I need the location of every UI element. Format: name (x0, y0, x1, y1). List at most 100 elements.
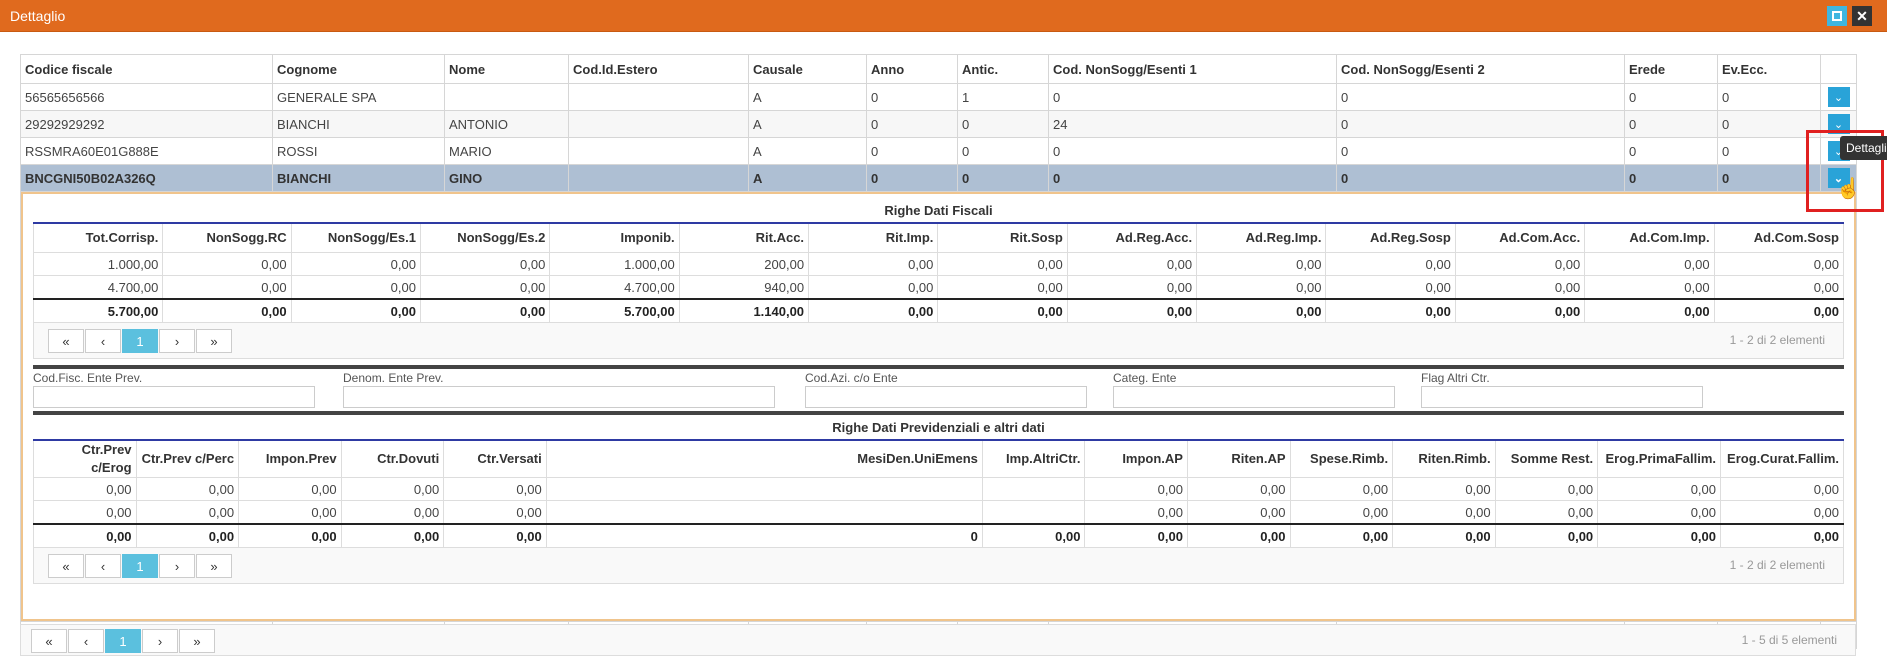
pager-next-button[interactable]: › (159, 554, 195, 578)
table-cell: 0,00 (135, 500, 240, 525)
table-cell: 0,00 (419, 275, 551, 300)
denom-ente-field[interactable] (343, 386, 775, 408)
totals-row: 5.700,00 0,00 0,00 0,00 5.700,00 1.140,00 0,00… (32, 298, 1845, 323)
col-header[interactable]: Ev.Ecc. (1717, 54, 1821, 84)
table-cell: 0,00 (1392, 477, 1496, 501)
window-title: Dettaglio (10, 8, 66, 24)
col-header[interactable]: Causale (748, 54, 867, 84)
col-header[interactable]: Ad.Reg.Imp. (1196, 222, 1327, 253)
col-header[interactable]: Ctr.Versati (443, 439, 547, 478)
table-row[interactable]: 0,00 0,00 0,00 0,00 0,00 0,00 0,00 0,00 0,00 0,00… (33, 477, 1844, 501)
table-row[interactable]: BNCGNI50B02A326Q BIANCHI GINO A 0 0 0 0 0 0 ⌄ (20, 164, 1857, 192)
col-header[interactable]: Cod.Id.Estero (568, 54, 749, 84)
pager-last-button[interactable]: » (196, 329, 232, 353)
pager-prev-button[interactable]: ‹ (85, 554, 121, 578)
col-header[interactable]: Nome (444, 54, 569, 84)
total-cell: 0,00 (1186, 523, 1291, 548)
col-header[interactable]: Riten.AP (1186, 439, 1291, 478)
detail-panel: Righe Dati Fiscali Tot.Corrisp. NonSogg.R… (21, 192, 1856, 621)
col-header[interactable]: Impon.Prev (238, 439, 342, 478)
close-icon[interactable]: ✕ (1852, 6, 1872, 26)
col-header[interactable]: MesiDen.UniEmens (545, 439, 983, 478)
col-header[interactable]: Ad.Com.Imp. (1584, 222, 1715, 253)
col-header[interactable]: Cognome (272, 54, 445, 84)
pager-page-button[interactable]: 1 (105, 629, 141, 653)
col-header[interactable]: Ctr.Dovuti (340, 439, 445, 478)
cod-fisc-ente-field[interactable] (33, 386, 315, 408)
total-cell: 0,00 (1325, 298, 1456, 323)
table-row[interactable]: 0,00 0,00 0,00 0,00 0,00 0,00 0,00 0,00 0,00 0,00… (33, 500, 1844, 525)
col-header[interactable]: Erede (1624, 54, 1718, 84)
table-cell: 0,00 (1494, 500, 1599, 525)
pager-last-button[interactable]: » (196, 554, 232, 578)
col-header[interactable]: Ad.Com.Sosp (1713, 222, 1845, 253)
pager-last-button[interactable]: » (179, 629, 215, 653)
col-header[interactable]: Erog.PrimaFallim. (1597, 439, 1722, 478)
pager-next-button[interactable]: › (142, 629, 178, 653)
pager-page-button[interactable]: 1 (122, 329, 158, 353)
pager-prev-button[interactable]: ‹ (68, 629, 104, 653)
table-row[interactable]: 29292929292 BIANCHI ANTONIO A 0 0 24 0 0 0 ⌄ (20, 110, 1857, 138)
tooltip: Dettaglio (1840, 136, 1887, 160)
col-header[interactable]: Riten.Rimb. (1392, 439, 1496, 478)
col-header[interactable]: Somme Rest. (1494, 439, 1599, 478)
chevron-down-icon[interactable]: ⌄ (1827, 87, 1850, 107)
col-header[interactable]: Rit.Acc. (678, 222, 810, 253)
table-cell: 0,00 (443, 477, 547, 501)
flag-altri-ctr-field[interactable] (1421, 386, 1703, 408)
table-row[interactable]: 56565656566 GENERALE SPA A 0 1 0 0 0 0 ⌄ (20, 83, 1857, 111)
pager-first-button[interactable]: « (31, 629, 67, 653)
field-label: Cod.Fisc. Ente Prev. (33, 371, 143, 385)
total-cell: 0,00 (1494, 523, 1599, 548)
total-cell: 0,00 (1597, 523, 1722, 548)
col-header[interactable]: NonSogg/Es.2 (419, 222, 551, 253)
total-cell: 0,00 (1066, 298, 1198, 323)
table-cell: 0,00 (162, 252, 292, 276)
col-header[interactable]: Ad.Reg.Acc. (1066, 222, 1198, 253)
col-header[interactable]: Ad.Com.Acc. (1454, 222, 1586, 253)
table-cell (981, 500, 1086, 525)
total-cell: 0,00 (1196, 298, 1327, 323)
col-header[interactable]: Cod. NonSogg/Esenti 1 (1048, 54, 1337, 84)
table-cell: 4.700,00 (32, 275, 164, 300)
col-header[interactable]: Cod. NonSogg/Esenti 2 (1336, 54, 1625, 84)
col-header[interactable]: Tot.Corrisp. (32, 222, 164, 253)
table-cell (444, 83, 569, 111)
table-cell: 0,00 (1325, 252, 1456, 276)
col-header[interactable]: NonSogg.RC (162, 222, 292, 253)
col-header[interactable]: Impon.AP (1084, 439, 1188, 478)
table-cell: A (748, 110, 867, 138)
col-header[interactable]: Spese.Rimb. (1289, 439, 1394, 478)
categ-ente-field[interactable] (1113, 386, 1395, 408)
pager-page-button[interactable]: 1 (122, 554, 158, 578)
previdenziali-pager: « ‹ 1 › » 1 - 2 di 2 elementi (33, 548, 1844, 584)
col-header[interactable]: Ad.Reg.Sosp (1325, 222, 1456, 253)
col-header[interactable]: Imponib. (549, 222, 680, 253)
col-header[interactable]: Rit.Imp. (808, 222, 939, 253)
col-header[interactable]: Ctr.Prev c/Erog (33, 439, 137, 478)
col-header[interactable]: Erog.Curat.Fallim. (1720, 439, 1844, 478)
col-header[interactable]: Anno (866, 54, 958, 84)
table-cell (981, 477, 1086, 501)
col-header[interactable]: Antic. (957, 54, 1049, 84)
table-cell: 0,00 (1454, 275, 1586, 300)
pager-first-button[interactable]: « (48, 329, 84, 353)
cod-azi-ente-field[interactable] (805, 386, 1087, 408)
table-cell: 0,00 (419, 252, 551, 276)
table-row[interactable]: 4.700,00 0,00 0,00 0,00 4.700,00 940,00 0,00 0,… (32, 275, 1845, 300)
table-row[interactable]: RSSMRA60E01G888E ROSSI MARIO A 0 0 0 0 0 0 ⌄ (20, 137, 1857, 165)
pager-next-button[interactable]: › (159, 329, 195, 353)
table-cell: 0 (1624, 137, 1718, 165)
maximize-icon[interactable] (1827, 6, 1847, 26)
col-header[interactable]: Rit.Sosp (937, 222, 1068, 253)
col-header[interactable]: Codice fiscale (20, 54, 273, 84)
col-header[interactable]: NonSogg/Es.1 (290, 222, 421, 253)
pager-first-button[interactable]: « (48, 554, 84, 578)
col-header[interactable]: Ctr.Prev c/Perc (135, 439, 240, 478)
total-cell: 5.700,00 (32, 298, 164, 323)
table-cell: 0 (957, 110, 1049, 138)
pager-prev-button[interactable]: ‹ (85, 329, 121, 353)
pager-info: 1 - 5 di 5 elementi (1741, 633, 1837, 647)
table-row[interactable]: 1.000,00 0,00 0,00 0,00 1.000,00 200,00 0,00 0,… (32, 252, 1845, 276)
col-header[interactable]: Imp.AltriCtr. (981, 439, 1086, 478)
